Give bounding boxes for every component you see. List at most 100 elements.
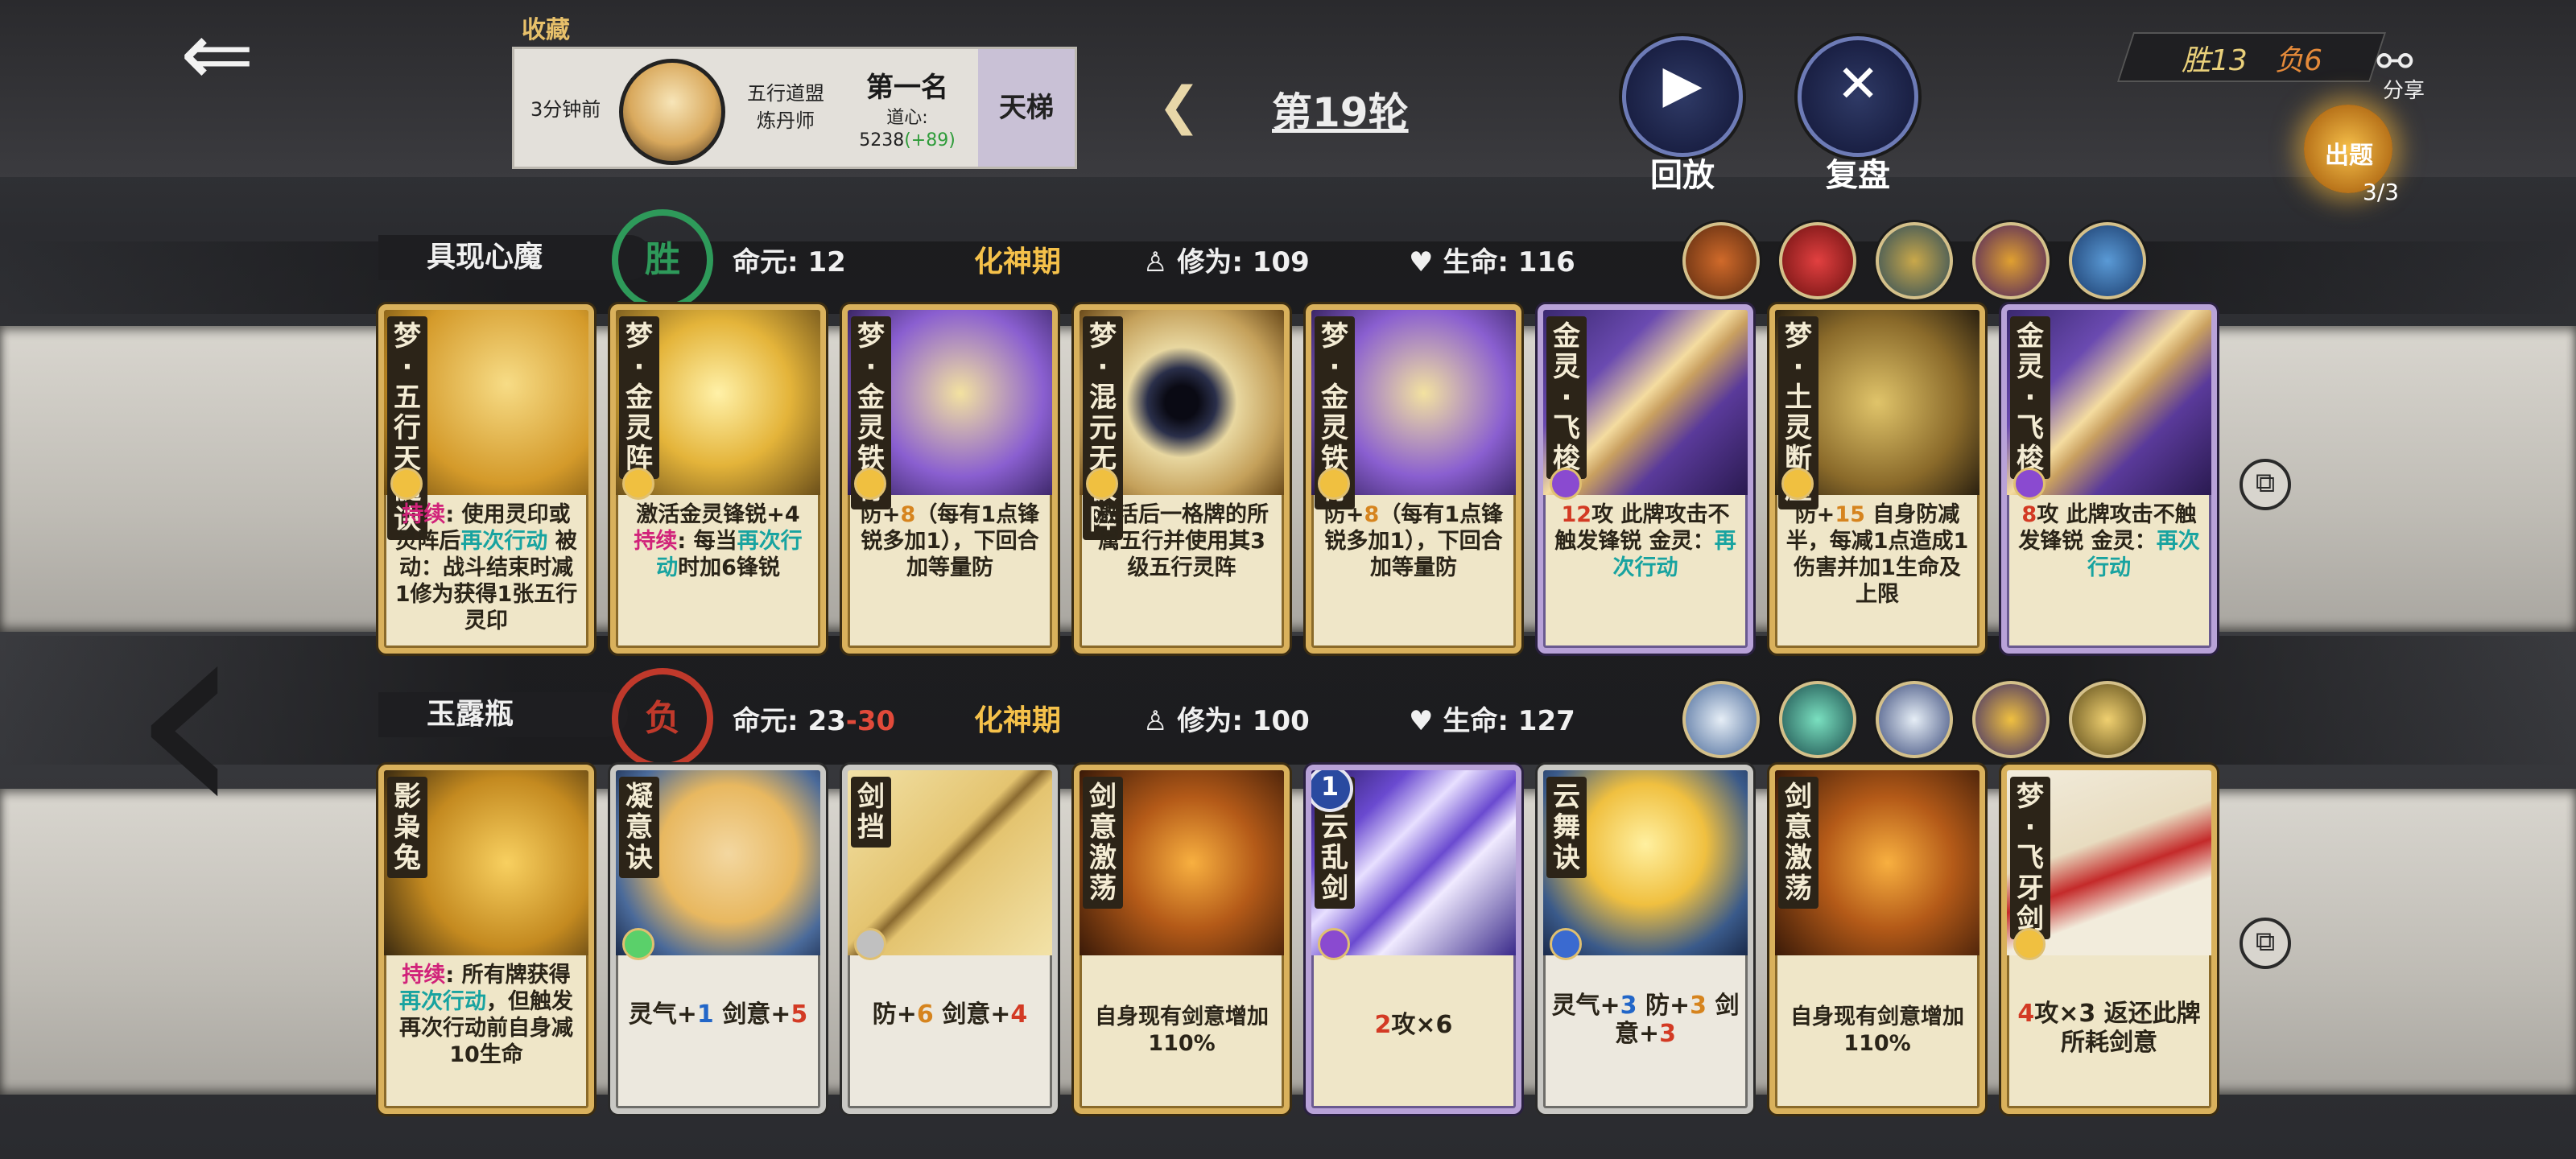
card-name-char: 梦 <box>1321 320 1348 353</box>
opponent-info-panel[interactable]: 3分钟前 五行道盟 炼丹师 第一名 道心: 5238(+89) 天梯 <box>512 47 1077 169</box>
card[interactable]: 凝意诀 灵气+1 剑意+5 <box>610 765 826 1114</box>
card-name-char: 剑 <box>1785 781 1812 813</box>
hp-stat: ♥ 生命: 127 <box>1409 699 1575 738</box>
cultivation-value: 109 <box>1252 246 1310 278</box>
companion-icon-1[interactable] <box>1682 681 1760 758</box>
favorite-label[interactable]: 收藏 <box>522 10 570 45</box>
card-text-segment: 激活金灵锋锐+4 <box>636 502 800 527</box>
card[interactable]: 梦 · 飞牙剑 4攻×3 返还此牌所耗剑意 <box>2001 765 2217 1114</box>
card-text-segment: 防+ <box>1794 502 1835 527</box>
card-text-segment: 12 <box>1561 502 1592 527</box>
card-name-char: · <box>1097 351 1108 383</box>
round-title[interactable]: 第19轮 <box>1272 80 1409 138</box>
card-text-segment: 持续 <box>402 502 446 527</box>
card-name-char: 灵 <box>2017 351 2044 383</box>
gem-icon <box>622 468 654 500</box>
level-badge: 1 <box>1311 770 1353 812</box>
play-icon: ▶ <box>1662 55 1703 114</box>
back-arrow-icon[interactable]: ⇐ <box>165 10 270 98</box>
companion-icon-2[interactable] <box>1779 681 1856 758</box>
relic-icon-3[interactable] <box>1876 222 1953 299</box>
card[interactable]: 梦·土灵断崖 防+15 自身防减半，每减1点造成1伤害并加1生命及上限 <box>1769 304 1985 654</box>
card-name-char: 飞 <box>2017 412 2044 444</box>
card[interactable]: 影枭兔 持续: 所有牌获得再次行动，但触发再次行动前自身减10生命 <box>378 765 594 1114</box>
topic-label[interactable]: 出题 <box>2315 135 2383 171</box>
card-text: 12攻 此牌攻击不触发锋锐 金灵：再次行动 <box>1551 501 1740 581</box>
rank-label: 第一名 <box>866 72 948 104</box>
relic-icon-2[interactable] <box>1779 222 1856 299</box>
life-value: 23 <box>807 705 846 737</box>
relic-icon-4[interactable] <box>1972 222 2050 299</box>
relic-icon-5[interactable] <box>2069 222 2146 299</box>
cross-swords-icon: ✕ <box>1836 55 1880 114</box>
time-ago: 3分钟前 <box>530 98 601 121</box>
card[interactable]: 云舞诀 灵气+3 防+3 剑意+3 <box>1538 765 1753 1114</box>
card-text-segment: 攻×3 返还此牌所耗剑意 <box>2034 1000 2201 1057</box>
card-text: 持续: 所有牌获得再次行动，但触发再次行动前自身减10生命 <box>392 962 580 1068</box>
card-name-char: 兔 <box>394 842 421 874</box>
card[interactable]: 剑意激荡 自身现有剑意增加110% <box>1074 765 1290 1114</box>
card[interactable]: 梦·金灵铁骨 防+8（每有1点锋锐多加1），下回合加等量防 <box>1306 304 1521 654</box>
heart-icon: ♥ <box>1409 246 1443 278</box>
card-name-char: 剑 <box>857 781 885 813</box>
card-text: 防+8（每有1点锋锐多加1），下回合加等量防 <box>1319 501 1508 581</box>
card-name-char: 灵 <box>1321 412 1348 444</box>
card-name: 云舞诀 <box>1546 777 1587 878</box>
review-button[interactable]: ✕ 复盘 <box>1798 36 1918 194</box>
guild-name: 五行道盟 <box>747 82 824 105</box>
card-name-char: · <box>1561 382 1572 414</box>
card-name-char: 梦 <box>857 320 885 353</box>
copy-icon[interactable]: ⧉ <box>2240 918 2291 969</box>
card-text-segment: 防+ <box>1637 992 1690 1020</box>
card-name: 剑挡 <box>851 777 891 848</box>
cultivation-stat: ♙ 修为: 100 <box>1143 699 1310 738</box>
companion-icon-3[interactable] <box>1876 681 1953 758</box>
card-name-char: 诀 <box>625 842 653 874</box>
card-name-char: 云 <box>1553 781 1580 813</box>
card-text-segment: 持续 <box>634 529 678 554</box>
card-name-char: 金 <box>625 382 653 414</box>
card[interactable]: 梦 · 金灵阵 激活金灵锋锐+4 持续: 每当再次行动时加6锋锐 <box>610 304 826 654</box>
card[interactable]: 梦·五行天髓诀 持续: 使用灵印或灵阵后再次行动 被动：战斗结束时减1修为获得1… <box>378 304 594 654</box>
gem-icon <box>2013 468 2046 500</box>
card[interactable]: 梦·混元无极阵 激活后一格牌的所属五行并使用其3级五行灵阵 <box>1074 304 1290 654</box>
card[interactable]: 剑挡 防+6 剑意+4 <box>842 765 1058 1114</box>
relic-icon-1[interactable] <box>1682 222 1760 299</box>
guild-role: 炼丹师 <box>757 109 815 132</box>
card[interactable]: 金灵 · 飞梭 12攻 此牌攻击不触发锋锐 金灵：再次行动 <box>1538 304 1753 654</box>
card-text: 4攻×3 返还此牌所耗剑意 <box>2015 1000 2203 1058</box>
card-text-segment: 自身现有剑意增加110% <box>1790 1004 1964 1056</box>
gem-icon <box>1781 468 1814 500</box>
card-text-segment: 持续 <box>402 963 446 988</box>
companion-icon-4[interactable] <box>1972 681 2050 758</box>
card-name-char: 挡 <box>857 811 885 843</box>
card[interactable]: 1 流云乱剑 2攻×6 <box>1306 765 1521 1114</box>
card-name-char: 云 <box>1321 811 1348 843</box>
share-label[interactable]: 分享 <box>2383 74 2425 104</box>
realm-label: 化神期 <box>974 704 1062 737</box>
card-name-char: 五 <box>394 382 421 414</box>
card-text-segment: 防+ <box>1323 502 1364 527</box>
card-text: 激活金灵锋锐+4 持续: 每当再次行动时加6锋锐 <box>624 501 812 581</box>
card-name: 凝意诀 <box>619 777 659 878</box>
life-label: 命元: <box>733 246 799 278</box>
cultivation-label: 修为: <box>1177 246 1243 278</box>
dao-value: 5238 <box>859 130 905 151</box>
replay-button[interactable]: ▶ 回放 <box>1622 36 1743 194</box>
companion-icon-5[interactable] <box>2069 681 2146 758</box>
card[interactable]: 梦·金灵铁骨 防+8（每有1点锋锐多加1），下回合加等量防 <box>842 304 1058 654</box>
round-prev-icon[interactable]: ❮ <box>1158 76 1201 136</box>
card-name-char: 金 <box>857 382 885 414</box>
card-name-char: 梦 <box>625 320 653 353</box>
card[interactable]: 剑意激荡 自身现有剑意增加110% <box>1769 765 1985 1114</box>
chevron-left-icon[interactable]: ‹ <box>129 571 258 861</box>
ladder-tab[interactable]: 天梯 <box>978 49 1075 167</box>
life-stat: 命元: 12 <box>733 240 846 279</box>
card-name-char: 影 <box>394 781 421 813</box>
card-name-char: 梦 <box>2017 781 2044 813</box>
card-name-char: 意 <box>625 811 653 843</box>
card[interactable]: 金灵 · 飞梭 8攻 此牌攻击不触发锋锐 金灵：再次行动 <box>2001 304 2217 654</box>
copy-icon[interactable]: ⧉ <box>2240 459 2291 510</box>
card-text-segment: 剑意+ <box>933 1000 1011 1029</box>
card-text-segment: 2 <box>1374 1011 1392 1039</box>
